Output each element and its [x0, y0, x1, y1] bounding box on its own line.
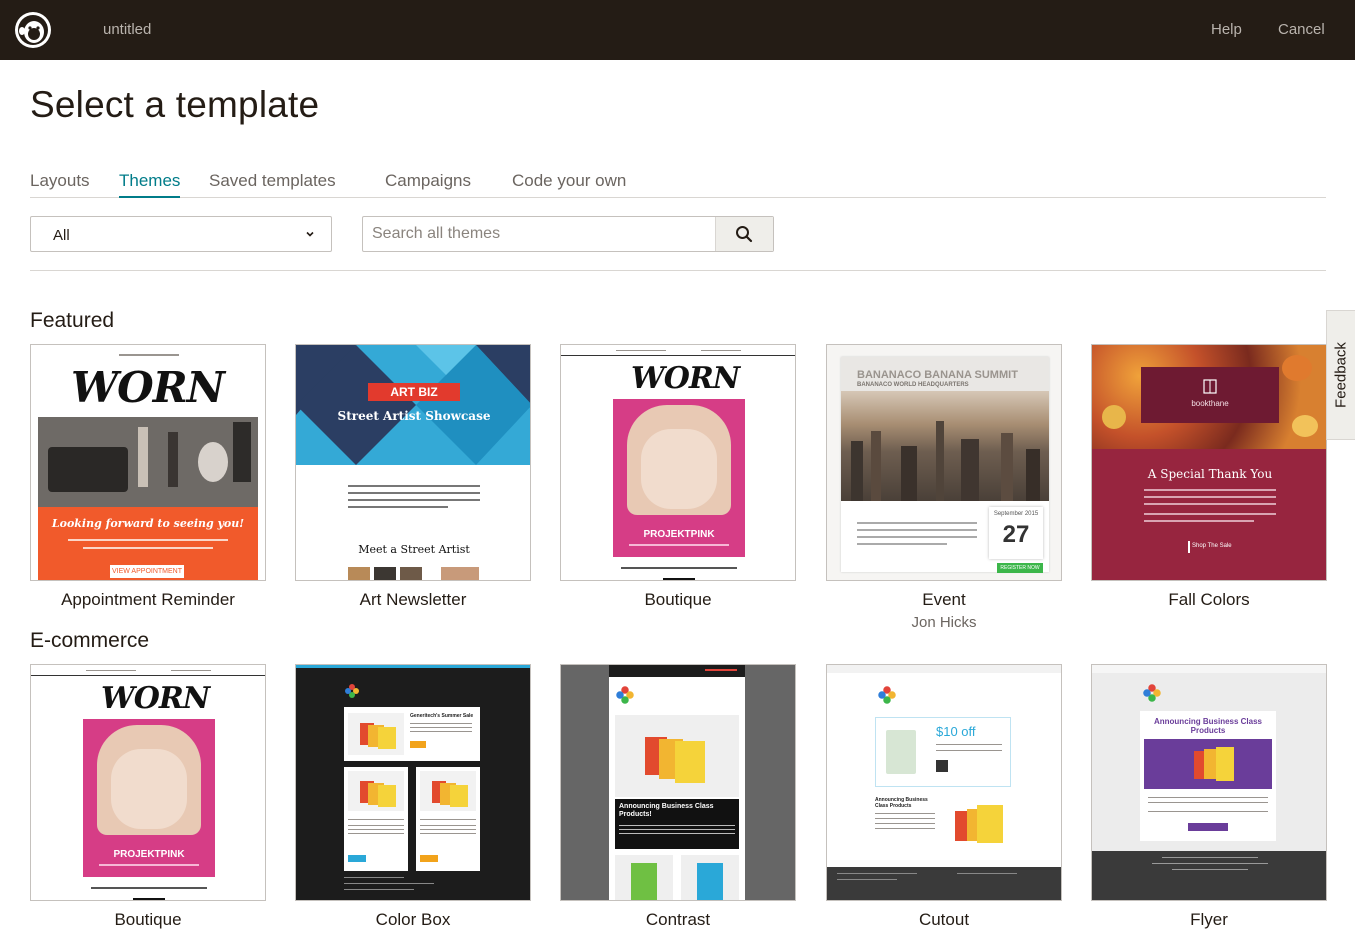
template-name: Boutique [114, 910, 182, 929]
template-thumbnail: ART BIZ Street Artist Showcase Meet a St… [295, 344, 531, 581]
feedback-tab[interactable]: Feedback [1326, 310, 1355, 440]
book-icon [1203, 379, 1217, 394]
freddie-logo-icon[interactable] [13, 10, 53, 50]
tab-saved-templates[interactable]: Saved templates [209, 170, 336, 198]
template-author: Jon Hicks [911, 614, 977, 631]
document-title[interactable]: untitled [103, 21, 151, 38]
template-thumbnail: WORN Looking forward to seeing you! VIEW… [30, 344, 266, 581]
section-title-ecommerce: E-commerce [30, 629, 150, 652]
template-name: Fall Colors [1168, 590, 1250, 609]
template-name: Appointment Reminder [61, 590, 235, 609]
tab-themes[interactable]: Themes [119, 170, 181, 198]
cancel-link[interactable]: Cancel [1278, 21, 1325, 38]
tab-layouts[interactable]: Layouts [30, 170, 90, 198]
template-name: Boutique [644, 590, 712, 609]
feedback-label: Feedback [1332, 342, 1350, 408]
search-button[interactable] [715, 217, 773, 251]
filter-divider [30, 270, 1326, 271]
template-name: Color Box [375, 910, 451, 929]
template-thumbnail: bookthane A Special Thank You Shop The S… [1091, 344, 1327, 581]
generitech-logo-icon [616, 686, 634, 704]
art-hero: ART BIZ Street Artist Showcase [296, 345, 530, 465]
art-biz-brand: ART BIZ [368, 383, 460, 401]
makeup-photo [38, 417, 258, 507]
search-icon [736, 226, 753, 243]
tab-campaigns[interactable]: Campaigns [385, 170, 471, 198]
city-photo [841, 391, 1049, 501]
appointment-banner: Looking forward to seeing you! VIEW APPO… [38, 507, 258, 580]
template-name: Contrast [645, 910, 711, 929]
template-name: Event [922, 590, 966, 609]
worn-logo: WORN [71, 363, 225, 412]
template-thumbnail: WORN PROJEKTPINK [560, 344, 796, 581]
search-box [362, 216, 774, 252]
template-tabs: Layouts Themes Saved templates Campaigns… [30, 170, 1326, 198]
template-thumbnail: Announcing Business Class Products! [560, 664, 796, 901]
template-name: Cutout [918, 910, 970, 929]
template-thumbnail: Generitech's Summer Sale [295, 664, 531, 901]
template-name: Flyer [1190, 910, 1228, 929]
help-link[interactable]: Help [1211, 21, 1242, 38]
page-title: Select a template [30, 84, 320, 125]
section-title-featured: Featured [30, 309, 115, 332]
search-input[interactable] [363, 217, 715, 251]
top-bar: untitled Help Cancel [0, 0, 1355, 60]
category-select[interactable]: All [30, 216, 332, 252]
boutique-photo: PROJEKTPINK [83, 719, 215, 877]
generitech-logo-icon [878, 686, 896, 704]
template-thumbnail: Announcing Business Class Products [1091, 664, 1327, 901]
template-thumbnail: $10 off Announcing Business Class Produc… [826, 664, 1062, 901]
template-thumbnail: WORN PROJEKTPINK [30, 664, 266, 901]
template-thumbnail: BANANACO BANANA SUMMIT BANANACO WORLD HE… [826, 344, 1062, 581]
generitech-logo-icon [345, 684, 359, 698]
template-name: Art Newsletter [359, 590, 467, 609]
boutique-photo: PROJEKTPINK [613, 399, 745, 557]
generitech-logo-icon [1143, 684, 1161, 702]
bookthane-logo: bookthane [1141, 367, 1279, 423]
tab-code-your-own[interactable]: Code your own [512, 170, 626, 198]
chevron-down-icon [306, 231, 314, 237]
category-select-value: All [53, 227, 70, 244]
